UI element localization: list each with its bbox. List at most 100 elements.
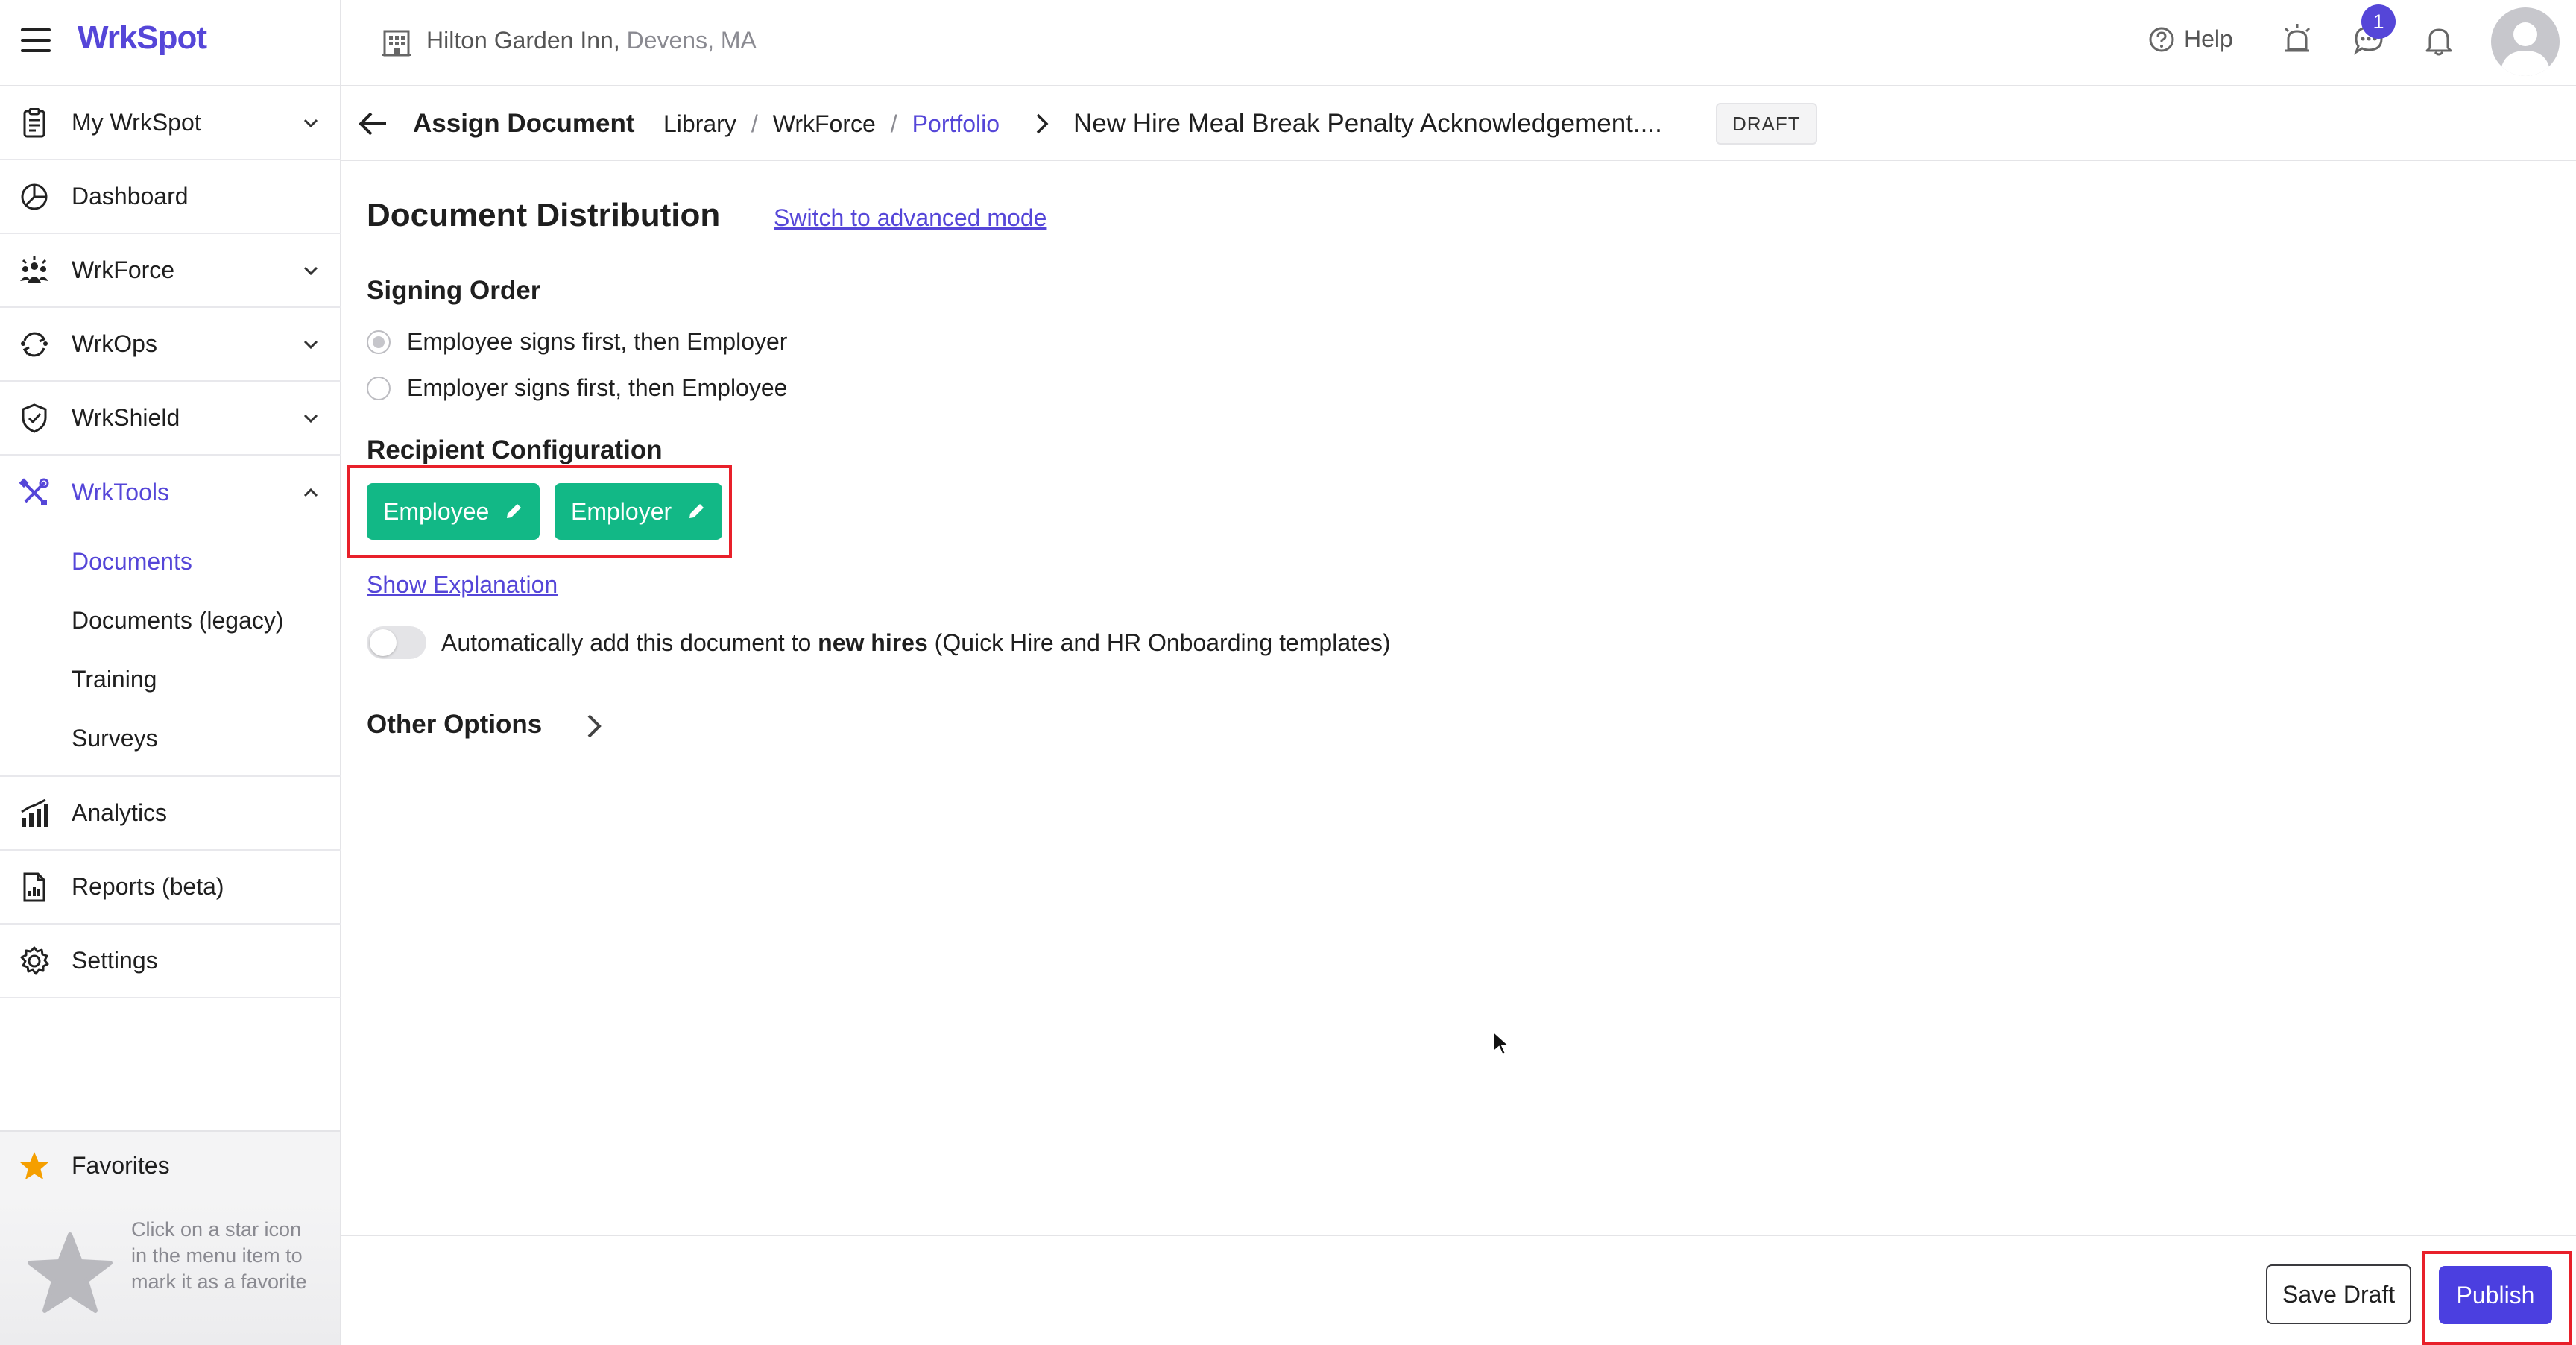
signing-order-heading: Signing Order — [367, 276, 541, 305]
team-icon — [18, 254, 51, 287]
breadcrumb-bar: Assign Document Library / WrkForce / Por… — [341, 88, 2576, 161]
show-explanation-link[interactable]: Show Explanation — [367, 571, 558, 599]
notification-badge: 1 — [2361, 4, 2396, 39]
breadcrumb-separator: / — [751, 110, 758, 137]
breadcrumb-portfolio[interactable]: Portfolio — [912, 110, 1000, 138]
chevron-right-icon[interactable] — [581, 710, 608, 743]
brand-bar: WrkSpot — [0, 0, 341, 86]
sidebar-item-wrkforce[interactable]: WrkForce — [0, 234, 341, 308]
user-avatar[interactable] — [2491, 7, 2560, 76]
auto-add-new-hires-row: Automatically add this document to new h… — [367, 626, 1390, 659]
sidebar-nav: My WrkSpot Dashboard WrkForce WrkOps Wrk… — [0, 86, 341, 998]
hotel-location: Devens, MA — [619, 27, 757, 54]
pie-chart-icon — [18, 180, 51, 213]
breadcrumb-wrkforce[interactable]: WrkForce — [773, 110, 876, 138]
gear-icon — [18, 945, 51, 977]
recipient-label: Employee — [383, 497, 490, 525]
employee-recipient-button[interactable]: Employee — [367, 483, 540, 540]
sidebar: WrkSpot My WrkSpot Dashboard WrkForce Wr… — [0, 0, 341, 1345]
chevron-down-icon — [303, 119, 318, 127]
property-selector[interactable]: Hilton Garden Inn, Devens, MA — [426, 27, 757, 54]
favorites-empty-state: Click on a star icon in the menu item to… — [0, 1199, 340, 1345]
auto-add-bold: new hires — [818, 629, 928, 656]
other-options-heading[interactable]: Other Options — [367, 710, 542, 740]
recipient-configuration-heading: Recipient Configuration — [367, 435, 663, 464]
radio-label: Employee signs first, then Employer — [407, 328, 788, 355]
recipient-label: Employer — [571, 497, 672, 525]
section-heading: Document Distribution — [367, 197, 721, 233]
sidebar-item-wrktools[interactable]: WrkTools — [0, 456, 341, 529]
sidebar-item-label: WrkForce — [72, 256, 175, 283]
sidebar-item-label: WrkOps — [72, 330, 157, 357]
sidebar-item-label: My WrkSpot — [72, 109, 201, 136]
report-icon — [18, 871, 51, 904]
sidebar-item-label: WrkTools — [72, 479, 169, 505]
sidebar-item-wrkops[interactable]: WrkOps — [0, 308, 341, 382]
back-arrow-icon[interactable] — [356, 107, 389, 140]
hamburger-menu-icon[interactable] — [21, 28, 51, 52]
advanced-mode-link[interactable]: Switch to advanced mode — [774, 204, 1046, 232]
auto-add-prefix: Automatically add this document to — [441, 629, 818, 656]
document-name: New Hire Meal Break Penalty Acknowledgem… — [1073, 109, 1662, 138]
sidebar-item-label: WrkShield — [72, 404, 180, 431]
sidebar-item-label: Analytics — [72, 799, 168, 826]
pencil-icon — [689, 504, 704, 518]
sidebar-subitem-surveys[interactable]: Surveys — [0, 709, 341, 768]
empty-star-icon — [28, 1232, 113, 1313]
breadcrumb: Library / WrkForce / Portfolio — [663, 110, 1000, 138]
help-label: Help — [2184, 25, 2233, 52]
status-badge: DRAFT — [1716, 103, 1817, 145]
tools-icon — [18, 476, 51, 509]
favorites-header[interactable]: Favorites — [0, 1130, 340, 1199]
cycle-icon — [18, 328, 51, 361]
sidebar-item-my-wrkspot[interactable]: My WrkSpot — [0, 86, 341, 160]
sidebar-item-label: Settings — [72, 947, 158, 974]
pencil-icon — [507, 504, 522, 518]
bar-chart-icon — [18, 797, 51, 830]
help-icon — [2149, 27, 2174, 51]
page-title: Assign Document — [413, 109, 635, 138]
sidebar-item-reports[interactable]: Reports (beta) — [0, 851, 341, 925]
publish-button[interactable]: Publish — [2439, 1266, 2552, 1324]
hotel-name: Hilton Garden Inn, — [426, 27, 620, 54]
sidebar-item-settings[interactable]: Settings — [0, 925, 341, 998]
shield-icon — [18, 402, 51, 435]
auto-add-toggle[interactable] — [367, 626, 426, 659]
top-bar: Hilton Garden Inn, Devens, MA Help 1 — [341, 0, 2576, 86]
auto-add-suffix: (Quick Hire and HR Onboarding templates) — [927, 629, 1391, 656]
sidebar-subitem-documents[interactable]: Documents — [0, 532, 341, 591]
chevron-up-icon — [303, 488, 318, 497]
save-draft-button[interactable]: Save Draft — [2266, 1264, 2412, 1324]
chevron-down-icon — [303, 266, 318, 275]
chevron-down-icon — [303, 414, 318, 423]
sidebar-subitem-training[interactable]: Training — [0, 650, 341, 709]
sidebar-item-label: Reports (beta) — [72, 873, 224, 900]
sidebar-item-analytics[interactable]: Analytics — [0, 777, 341, 851]
employer-recipient-button[interactable]: Employer — [555, 483, 723, 540]
chevron-down-icon — [303, 340, 318, 349]
alarm-icon[interactable] — [2281, 22, 2314, 55]
help-button[interactable]: Help — [2148, 25, 2233, 53]
sidebar-item-label: Dashboard — [72, 183, 189, 210]
favorites-label: Favorites — [72, 1151, 170, 1179]
signing-option-employer-first[interactable]: Employer signs first, then Employee — [367, 374, 787, 402]
bell-icon[interactable] — [2424, 24, 2454, 57]
radio-label: Employer signs first, then Employee — [407, 374, 788, 401]
wrktools-submenu: Documents Documents (legacy) Training Su… — [0, 529, 341, 777]
star-icon — [18, 1150, 51, 1186]
footer-actions: Save Draft Publish — [341, 1235, 2576, 1345]
breadcrumb-library[interactable]: Library — [663, 110, 736, 138]
document-distribution-panel: Document Distribution Switch to advanced… — [341, 163, 2576, 1236]
chevron-right-icon — [1036, 113, 1049, 134]
app-logo[interactable]: WrkSpot — [78, 19, 207, 57]
signing-option-employee-first[interactable]: Employee signs first, then Employer — [367, 328, 787, 356]
radio-button[interactable] — [367, 330, 391, 354]
building-icon — [382, 30, 411, 57]
user-icon — [2500, 22, 2551, 76]
radio-button[interactable] — [367, 376, 391, 400]
mouse-cursor-icon — [1493, 1030, 1510, 1056]
sidebar-item-dashboard[interactable]: Dashboard — [0, 160, 341, 234]
favorites-hint: Click on a star icon in the menu item to… — [131, 1218, 307, 1293]
sidebar-item-wrkshield[interactable]: WrkShield — [0, 382, 341, 456]
sidebar-subitem-documents-legacy[interactable]: Documents (legacy) — [0, 591, 341, 650]
